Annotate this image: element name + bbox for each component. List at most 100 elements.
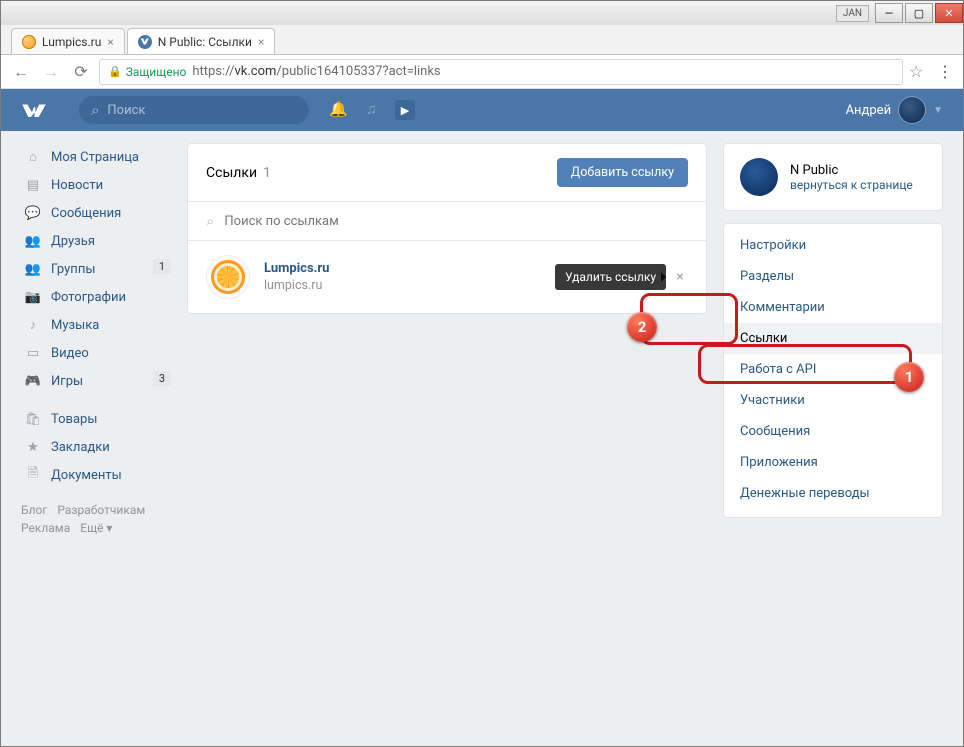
group-header-card: N Public вернуться к странице [723,143,943,211]
sidebar-item-photos[interactable]: 📷 Фотографии [21,283,171,311]
sidebar-item-label: Моя Страница [51,150,139,165]
tab-vk-links[interactable]: N Public: Ссылки × [127,28,276,54]
sidebar-item-games[interactable]: 🎮 Игры 3 [21,367,171,395]
sidebar-badge: 3 [153,371,171,386]
sidebar-item-messages[interactable]: 💬 Сообщения [21,199,171,227]
delete-link-button[interactable]: × [672,269,688,285]
messages-icon: 💬 [25,205,41,221]
maximize-button[interactable] [905,3,933,23]
return-to-page-link[interactable]: вернуться к странице [790,178,913,192]
footer-link[interactable]: Блог [21,503,47,517]
settings-menu-item[interactable]: Денежные переводы [724,478,942,509]
sidebar-item-news[interactable]: ▤ Новости [21,171,171,199]
sidebar-item-label: Новости [51,178,103,193]
settings-menu-item[interactable]: Разделы [724,261,942,292]
left-sidebar: ⌂ Моя Страница ▤ Новости 💬 Сообщения 👥 Друзья 👥 Г… [21,143,171,726]
annotation-badge-2: 2 [627,312,657,342]
vk-top-bar: Поиск 🔔 ♫ ▶ Андрей ▼ [1,89,963,131]
market-icon: 🛍 [25,411,41,427]
settings-menu-item[interactable]: Приложения [724,447,942,478]
footer-link[interactable]: Ещё ▾ [80,521,112,535]
bookmark-star-icon[interactable]: ☆ [909,62,929,81]
orange-slice-icon [211,260,245,294]
footer-link[interactable]: Реклама [21,521,70,535]
minimize-button[interactable] [875,3,903,23]
settings-menu-item[interactable]: Настройки [724,230,942,261]
sidebar-item-label: Музыка [51,318,99,333]
browser-tab-strip: Lumpics.ru × N Public: Ссылки × [1,25,963,55]
vk-user-menu[interactable]: Андрей ▼ [846,97,943,123]
link-logo [206,255,250,299]
close-window-button[interactable] [935,3,963,23]
vk-favicon-icon [138,35,152,49]
docs-icon: 🗎 [25,467,41,483]
browser-address-bar: ← → ⟳ Защищено https://vk.com/public1641… [1,55,963,89]
footer-link[interactable]: Разработчикам [57,503,145,517]
links-search-input[interactable] [224,214,688,229]
group-avatar [740,158,778,196]
sidebar-item-docs[interactable]: 🗎 Документы [21,461,171,489]
links-search[interactable] [188,202,706,241]
home-icon: ⌂ [25,149,41,165]
orange-favicon-icon [22,35,36,49]
close-tab-icon[interactable]: × [258,35,264,49]
delete-link-tooltip: Удалить ссылку [555,264,666,290]
annotation-badge-1: 1 [894,362,924,392]
back-button[interactable]: ← [9,60,33,84]
url-proto: https:// [192,64,234,79]
vk-logo-icon[interactable] [21,100,51,121]
lock-icon: Защищено [108,65,186,79]
friends-icon: 👥 [25,233,41,249]
sidebar-item-music[interactable]: ♪ Музыка [21,311,171,339]
sidebar-footer: Блог Разработчикам Реклама Ещё ▾ [21,503,171,535]
settings-menu-item[interactable]: Комментарии [724,292,942,323]
sidebar-item-home[interactable]: ⌂ Моя Страница [21,143,171,171]
tab-label: N Public: Ссылки [158,35,252,49]
sidebar-item-label: Видео [51,346,89,361]
settings-menu-item[interactable]: Ссылки [724,323,942,354]
sidebar-item-label: Друзья [51,234,95,249]
reload-button[interactable]: ⟳ [69,60,93,84]
add-link-button[interactable]: Добавить ссылку [557,158,688,187]
settings-menu-item[interactable]: Сообщения [724,416,942,447]
url-path: /public164105337?act=links [276,64,440,79]
news-icon: ▤ [25,177,41,193]
link-url: lumpics.ru [264,278,329,293]
sidebar-item-label: Группы [51,262,95,277]
sidebar-item-groups[interactable]: 👥 Группы 1 [21,255,171,283]
group-title: N Public [790,163,913,178]
sidebar-item-video[interactable]: ▭Видео [21,339,171,367]
link-name[interactable]: Lumpics.ru [264,261,329,276]
photos-icon: 📷 [25,289,41,305]
window-titlebar: JAN [1,1,963,25]
sidebar-item-label: Закладки [51,440,110,455]
chevron-down-icon: ▼ [933,105,943,116]
music-icon[interactable]: ♫ [366,100,377,120]
sidebar-item-market[interactable]: 🛍Товары [21,405,171,433]
links-card: Ссылки 1 Добавить ссылку Lumpics.ru lump… [187,143,707,314]
vk-search-input[interactable]: Поиск [79,96,309,124]
close-tab-icon[interactable]: × [107,35,113,49]
jan-button[interactable]: JAN [836,5,869,22]
link-row[interactable]: Lumpics.ru lumpics.ru Удалить ссылку × [188,241,706,313]
sidebar-item-label: Документы [51,468,122,483]
tab-lumpics[interactable]: Lumpics.ru × [11,28,125,54]
music-icon: ♪ [25,317,41,333]
play-icon[interactable]: ▶ [395,100,415,120]
sidebar-item-bookmarks[interactable]: ★ Закладки [21,433,171,461]
sidebar-item-label: Игры [51,374,83,389]
bookmarks-icon: ★ [25,439,41,455]
browser-menu-icon[interactable]: ⋮ [935,62,955,81]
groups-icon: 👥 [25,261,41,277]
sidebar-item-friends[interactable]: 👥 Друзья [21,227,171,255]
url-input[interactable]: Защищено https://vk.com/public164105337?… [99,59,903,85]
sidebar-item-label: Фотографии [51,290,126,305]
links-count: 1 [263,165,271,181]
bell-icon[interactable]: 🔔 [329,100,348,120]
forward-button[interactable]: → [39,60,63,84]
games-icon: 🎮 [25,373,41,389]
url-host: vk.com [234,64,276,79]
links-title: Ссылки [206,165,257,181]
sidebar-badge: 1 [153,259,171,274]
sidebar-item-label: Сообщения [51,206,121,221]
